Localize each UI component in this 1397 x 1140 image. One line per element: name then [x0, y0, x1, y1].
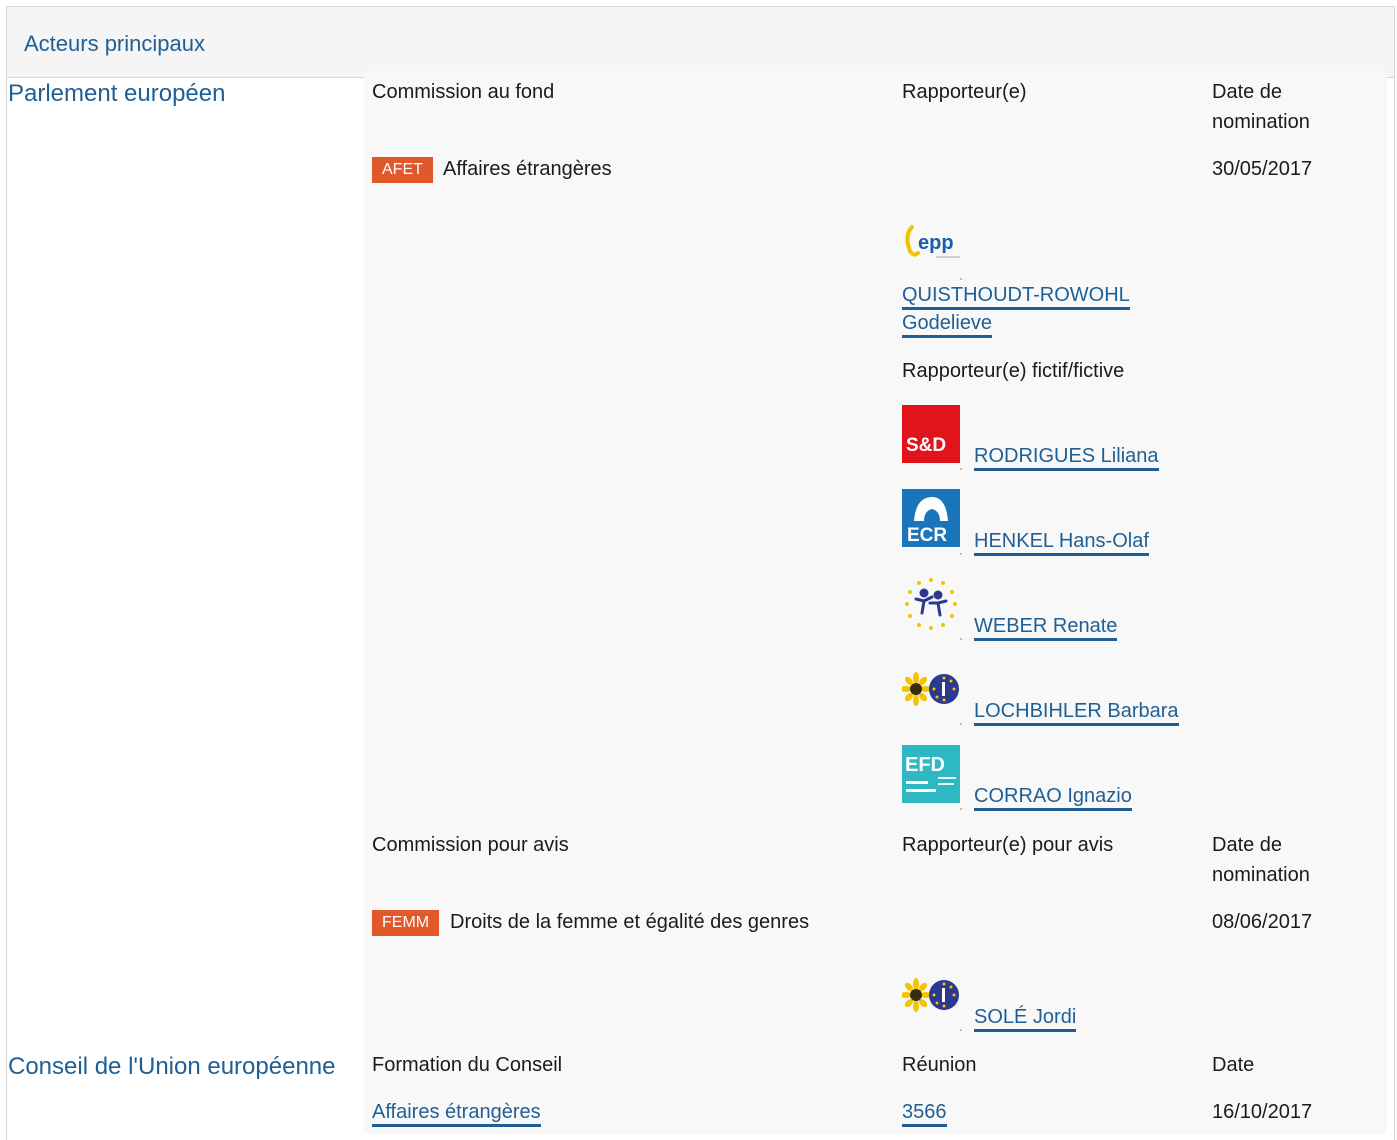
details-column-background — [364, 71, 1387, 1134]
col-header-lead-committee: Commission au fond — [372, 81, 555, 103]
committee-name-opinion: Droits de la femme et égalité des genres — [450, 911, 810, 933]
col-header-meeting: Réunion — [902, 1054, 977, 1076]
council-formation-name[interactable]: Affaires étrangères — [372, 1101, 541, 1127]
divider-dot — [960, 638, 962, 640]
council-meeting-number[interactable]: 3566 — [902, 1101, 947, 1127]
shadow-name[interactable]: RODRIGUES Liliana — [974, 445, 1159, 471]
epp-group-logo: epp — [902, 213, 962, 265]
shadow-link-corrao[interactable]: CORRAO Ignazio — [974, 782, 1132, 811]
opinion-appointment-date: 08/06/2017 — [1212, 911, 1313, 933]
lead-appointment-date: 30/05/2017 — [1212, 158, 1313, 180]
panel-header: Acteurs principaux — [7, 7, 1394, 78]
efd-group-logo: EFD — [902, 745, 960, 803]
col-header-rapporteur: Rapporteur(e) — [902, 81, 1027, 103]
greens-group-logo — [900, 976, 960, 1016]
shadow-link-weber[interactable]: WEBER Renate — [974, 612, 1118, 641]
divider-dot — [960, 1029, 962, 1031]
shadow-link-lochbihler[interactable]: LOCHBIHLER Barbara — [974, 697, 1179, 726]
divider-dot — [960, 808, 962, 810]
divider-dot — [960, 278, 962, 280]
shadow-rapporteurs-label: Rapporteur(e) fictif/fictive — [902, 360, 1125, 382]
col-header-appointment-date: Date de nomination — [1212, 81, 1310, 133]
committee-badge-afet[interactable]: AFET — [372, 157, 433, 183]
shadow-name[interactable]: WEBER Renate — [974, 615, 1118, 641]
col-header-council-formation: Formation du Conseil — [372, 1054, 563, 1076]
ecr-group-logo: ECR — [902, 489, 960, 547]
rapporteur-name[interactable]: QUISTHOUDT-ROWOHL Godelieve — [902, 284, 1130, 338]
epp-logo-text: epp — [918, 232, 954, 254]
shadow-name[interactable]: LOCHBIHLER Barbara — [974, 700, 1179, 726]
committee-name-lead: Affaires étrangères — [443, 158, 612, 180]
divider-dot — [960, 468, 962, 470]
rapporteur-link-quisthoudt[interactable]: QUISTHOUDT-ROWOHL Godelieve — [902, 281, 1172, 338]
section-label-parliament: Parlement européen — [8, 80, 226, 107]
shadow-link-henkel[interactable]: HENKEL Hans-Olaf — [974, 527, 1149, 556]
committee-badge-femm[interactable]: FEMM — [372, 910, 440, 936]
divider-dot — [960, 553, 962, 555]
shadow-name[interactable]: HENKEL Hans-Olaf — [974, 530, 1149, 556]
ecr-logo-text: ECR — [907, 525, 947, 546]
sd-group-logo: S&D — [902, 405, 960, 463]
panel-title: Acteurs principaux — [24, 31, 205, 56]
col-header-council-date: Date — [1212, 1054, 1255, 1076]
council-formation-link[interactable]: Affaires étrangères — [372, 1098, 541, 1127]
council-meeting-date: 16/10/2017 — [1212, 1101, 1313, 1123]
shadow-name[interactable]: CORRAO Ignazio — [974, 785, 1132, 811]
council-meeting-link[interactable]: 3566 — [902, 1098, 947, 1127]
opinion-rapporteur-name[interactable]: SOLÉ Jordi — [974, 1006, 1077, 1032]
divider-dot — [960, 723, 962, 725]
efd-logo-text: EFD — [905, 754, 945, 776]
shadow-link-rodrigues[interactable]: RODRIGUES Liliana — [974, 442, 1159, 471]
col-header-opinion-rapporteur: Rapporteur(e) pour avis — [902, 834, 1114, 856]
col-header-opinion-committee: Commission pour avis — [372, 834, 569, 856]
alde-group-logo — [902, 575, 960, 633]
col-header-opinion-date: Date de nomination — [1212, 834, 1310, 886]
greens-group-logo — [900, 670, 960, 710]
sd-logo-text: S&D — [906, 435, 946, 456]
section-label-council: Conseil de l'Union européenne — [8, 1053, 336, 1080]
opinion-rapporteur-link-sole[interactable]: SOLÉ Jordi — [974, 1003, 1077, 1032]
